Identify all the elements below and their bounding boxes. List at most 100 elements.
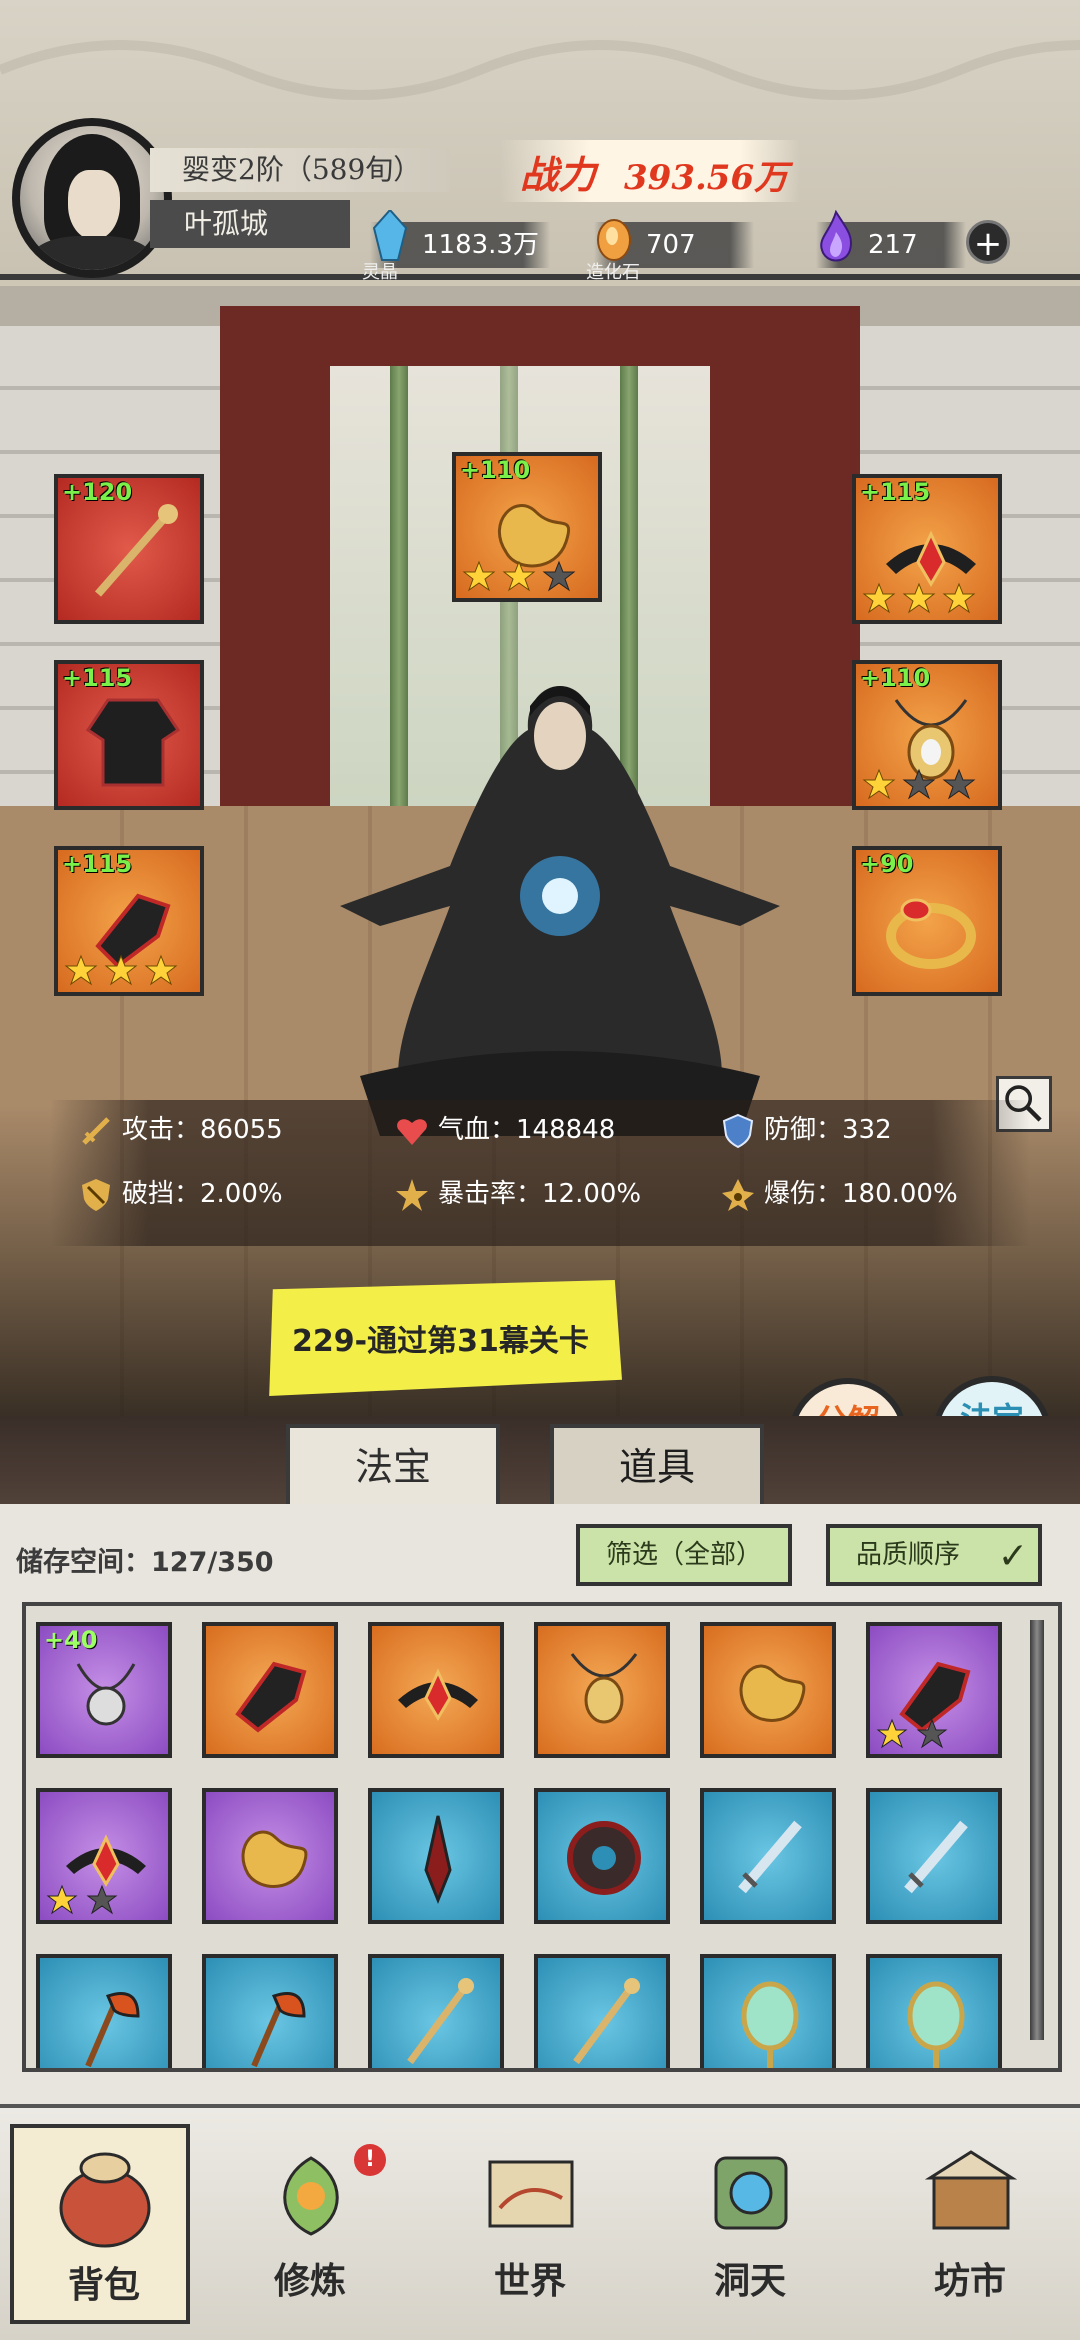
mirror-icon xyxy=(907,1981,965,2068)
star-rating xyxy=(462,560,576,592)
sword-icon xyxy=(904,1820,968,1894)
quest-text: 229-通过第31幕关卡 xyxy=(292,1324,589,1359)
inventory-scrollbar[interactable] xyxy=(1030,1620,1044,2040)
filter-button[interactable]: 筛选（全部） xyxy=(576,1524,792,1586)
robe-icon xyxy=(85,698,181,787)
sword-icon xyxy=(738,1820,802,1894)
sort-label: 品质顺序 xyxy=(856,1540,961,1570)
storage-capacity: 储存空间：127/350 xyxy=(16,1547,274,1578)
equip-slot-crown[interactable]: +115 xyxy=(852,474,1002,624)
equip-bonus: +115 xyxy=(860,478,931,506)
purple-flame-value: 217 xyxy=(868,230,918,260)
quest-banner[interactable]: 229-通过第31幕关卡 xyxy=(269,1280,622,1396)
boots-icon xyxy=(235,1661,307,1733)
inventory-item[interactable] xyxy=(866,1954,1002,2068)
stat-crit-damage: 爆伤：180.00% xyxy=(720,1174,958,1214)
inventory-item[interactable] xyxy=(368,1788,504,1924)
ring-icon xyxy=(886,898,976,969)
crit-damage-icon xyxy=(722,1178,754,1211)
inventory-item[interactable] xyxy=(534,1788,670,1924)
equip-bonus: +115 xyxy=(62,850,133,878)
inventory-item[interactable] xyxy=(866,1788,1002,1924)
equip-slot-ring[interactable]: +90 xyxy=(852,846,1002,996)
inventory-item[interactable] xyxy=(534,1622,670,1758)
inventory-item[interactable] xyxy=(36,1954,172,2068)
inventory-item[interactable] xyxy=(202,1954,338,2068)
combat-power: 战力 393.56万 xyxy=(500,140,800,202)
equip-bonus: +120 xyxy=(62,478,133,506)
cave-realm-icon xyxy=(714,2156,788,2230)
resource-purple-flame[interactable]: 217 xyxy=(816,210,966,268)
tab-treasures[interactable]: 法宝 xyxy=(286,1424,500,1506)
star-rating xyxy=(46,1884,118,1915)
nav-label: 背包 xyxy=(67,2264,140,2306)
nav-cave-realm[interactable]: 洞天 xyxy=(660,2124,840,2324)
resource-creation-stone[interactable]: 707 造化石 xyxy=(586,219,754,283)
nav-backpack[interactable]: 背包 xyxy=(10,2124,190,2324)
mirror-icon xyxy=(741,1981,799,2068)
equip-slot-boots[interactable]: +115 xyxy=(54,846,204,996)
staff-icon xyxy=(407,1978,474,2065)
sort-dropdown[interactable]: 品质顺序 ✓ xyxy=(826,1524,1042,1586)
player-name: 叶孤城 xyxy=(150,200,350,248)
equip-slot-weapon[interactable]: +120 xyxy=(54,474,204,624)
inventory-item[interactable] xyxy=(202,1622,338,1758)
inventory-item[interactable] xyxy=(368,1622,504,1758)
star-rating xyxy=(862,768,976,800)
star-rating xyxy=(876,1718,948,1749)
tab-items[interactable]: 道具 xyxy=(550,1424,764,1506)
nav-market[interactable]: 坊市 xyxy=(880,2124,1060,2324)
equip-bonus: +90 xyxy=(860,850,914,878)
meditating-hero-figure xyxy=(340,686,780,1136)
character-scene: +120 +110 +115 +115 +110 +115 +90 xyxy=(0,286,1080,1416)
equip-bonus: +115 xyxy=(62,664,133,692)
spirit-crystal-value: 1183.3万 xyxy=(422,230,539,260)
nav-label: 世界 xyxy=(493,2260,566,2302)
inventory-item[interactable] xyxy=(202,1788,338,1924)
cloud-pattern-decoration xyxy=(0,40,1080,100)
inventory-item[interactable] xyxy=(700,1954,836,2068)
player-avatar[interactable] xyxy=(12,118,172,278)
item-bonus: +40 xyxy=(44,1626,98,1654)
star-filled xyxy=(876,1718,908,1749)
dragon-charm-icon xyxy=(241,1830,308,1888)
stat-crit-rate: 暴击率：12.00% xyxy=(394,1174,641,1214)
crit-rate-icon xyxy=(396,1178,428,1211)
inventory-item[interactable] xyxy=(368,1954,504,2068)
axe-icon xyxy=(251,1992,306,2068)
break-block-icon xyxy=(82,1178,110,1211)
inventory-item[interactable] xyxy=(36,1788,172,1924)
equip-slot-talisman[interactable]: +110 xyxy=(452,452,602,602)
inventory-item[interactable]: +40 xyxy=(36,1622,172,1758)
star-empty xyxy=(86,1884,118,1915)
dragon-charm-icon xyxy=(739,1664,806,1722)
blade-wheel-icon xyxy=(567,1821,641,1895)
cultivation-icon xyxy=(283,2156,339,2236)
axe-icon xyxy=(85,1992,140,2068)
market-icon xyxy=(924,2150,1018,2230)
inventory-grid[interactable]: +40 xyxy=(22,1602,1062,2072)
nav-label: 洞天 xyxy=(713,2260,786,2302)
resource-spirit-crystal[interactable]: 1183.3万 灵晶 xyxy=(362,210,550,283)
star-empty xyxy=(916,1718,948,1749)
stat-attack: 攻击：86055 xyxy=(78,1110,283,1150)
star-rating xyxy=(862,582,976,614)
crown-icon xyxy=(398,1668,478,1721)
nav-label: 坊市 xyxy=(933,2260,1006,2302)
shield-icon xyxy=(722,1113,754,1148)
combat-power-label: 战力 xyxy=(520,152,597,197)
equip-bonus: +110 xyxy=(460,456,531,484)
notification-badge: ! xyxy=(354,2144,386,2176)
add-resource-button[interactable]: + xyxy=(966,220,1010,264)
inventory-item[interactable] xyxy=(866,1622,1002,1758)
staff-icon xyxy=(94,504,178,597)
equip-slot-amulet[interactable]: +110 xyxy=(852,660,1002,810)
inventory-item[interactable] xyxy=(700,1622,836,1758)
pendant-icon xyxy=(570,1653,638,1724)
inventory-item[interactable] xyxy=(534,1954,670,2068)
nav-world[interactable]: 世界 xyxy=(440,2124,620,2324)
inventory-item[interactable] xyxy=(700,1788,836,1924)
equip-slot-armor[interactable]: +115 xyxy=(54,660,204,810)
stat-defense: 防御：332 xyxy=(720,1110,892,1150)
stats-panel: 攻击：86055 气血：148848 防御：332 破挡：2.00% 暴击率：1… xyxy=(50,1100,1030,1246)
